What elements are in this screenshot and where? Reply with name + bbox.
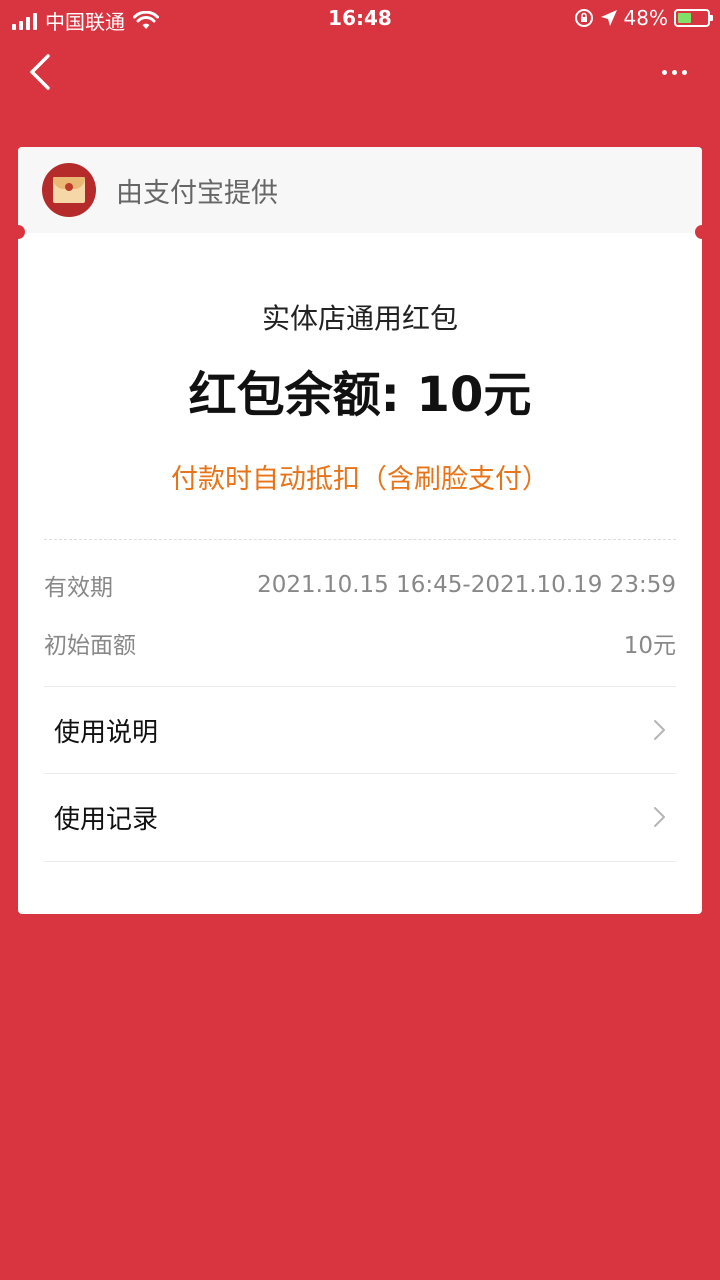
dashed-divider	[44, 539, 676, 540]
card-notch-right	[695, 225, 702, 239]
status-bar: 中国联通 16:48 48%	[0, 0, 720, 38]
chevron-left-icon	[30, 54, 50, 90]
packet-title: 实体店通用红包	[261, 302, 458, 335]
more-dots-icon	[661, 69, 667, 75]
chevron-right-icon	[654, 807, 665, 827]
deduct-note: 付款时自动抵扣（含刷脸支付）	[171, 464, 549, 495]
validity-label: 有效期	[44, 575, 113, 601]
validity-row: 有效期 2021.10.15 16:45-2021.10.19 23:59	[44, 565, 676, 605]
battery-icon	[674, 9, 713, 27]
card-header: 由支付宝提供	[18, 147, 702, 239]
nav-bar	[0, 38, 720, 108]
validity-value: 2021.10.15 16:45-2021.10.19 23:59	[257, 572, 676, 598]
usage-records-label: 使用记录	[54, 804, 159, 835]
status-right: 48%	[574, 6, 713, 30]
battery-percent: 48%	[623, 6, 668, 30]
red-envelope-logo-icon	[42, 163, 96, 217]
divider	[44, 861, 676, 862]
initial-amount-row: 初始面额 10元	[44, 623, 676, 663]
card-notch-left	[18, 225, 25, 239]
usage-records-row[interactable]: 使用记录	[44, 774, 676, 860]
provider-text: 由支付宝提供	[116, 177, 278, 209]
red-packet-card: 由支付宝提供 实体店通用红包 红包余额: 10元 付款时自动抵扣（含刷脸支付） …	[18, 147, 702, 914]
more-button[interactable]	[654, 60, 694, 84]
rotation-lock-icon	[574, 9, 593, 27]
initial-amount-label: 初始面额	[44, 633, 136, 659]
initial-amount-value: 10元	[623, 633, 676, 659]
usage-instructions-row[interactable]: 使用说明	[44, 687, 676, 773]
location-icon	[600, 10, 617, 26]
usage-instructions-label: 使用说明	[54, 717, 159, 748]
chevron-right-icon	[654, 720, 665, 740]
packet-balance: 红包余额: 10元	[188, 367, 532, 423]
back-button[interactable]	[22, 52, 62, 92]
